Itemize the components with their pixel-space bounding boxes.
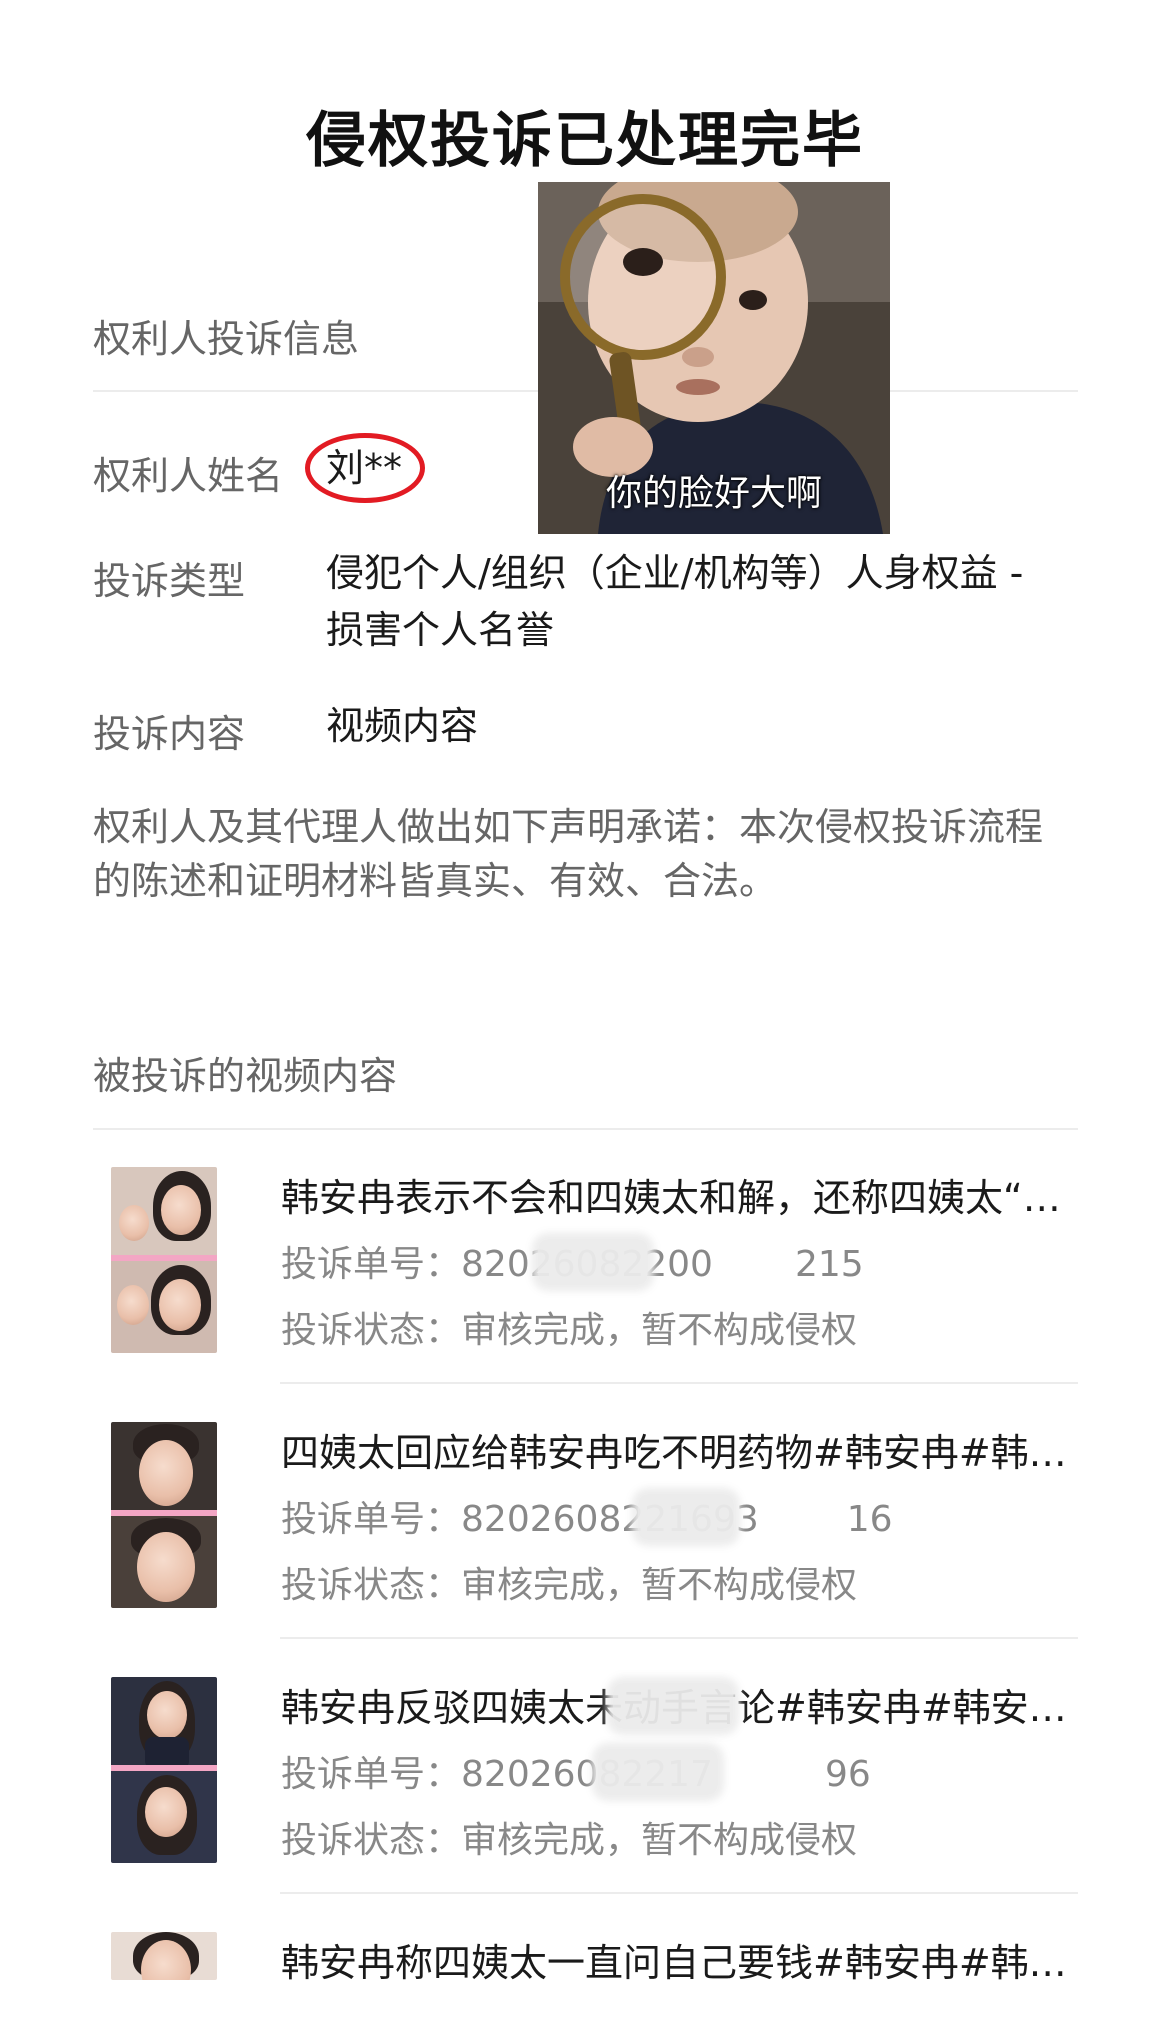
- complaint-type-value-line2: 损害个人名誉: [326, 608, 555, 652]
- meme-image: 你的脸好大啊: [538, 182, 890, 534]
- divider: [280, 1637, 1078, 1639]
- status-row: 投诉状态：审核完成，暂不构成侵权: [281, 1301, 857, 1353]
- video-list-item[interactable]: 韩安冉表示不会和四姨太和解，还称四姨太“… 投诉单号：8202608220021…: [93, 1167, 1078, 1387]
- page-title: 侵权投诉已处理完毕: [306, 106, 864, 176]
- name-label: 权利人姓名: [93, 454, 284, 498]
- status-row: 投诉状态：审核完成，暂不构成侵权: [281, 1811, 857, 1863]
- order-number-row: 投诉单号：8202608221693 16: [281, 1490, 893, 1542]
- video-title[interactable]: 韩安冉称四姨太一直问自己要钱#韩安冉#韩…: [281, 1932, 1078, 1987]
- divider: [280, 1382, 1078, 1384]
- order-number-row: 投诉单号：82026082217 96: [281, 1745, 871, 1797]
- status-value: 审核完成，暂不构成侵权: [461, 1310, 858, 1351]
- video-title[interactable]: 韩安冉表示不会和四姨太和解，还称四姨太“…: [281, 1167, 1081, 1222]
- declaration-statement: 权利人及其代理人做出如下声明承诺：本次侵权投诉流程 的陈述和证明材料皆真实、有效…: [93, 800, 1083, 908]
- video-list-item[interactable]: 四姨太回应给韩安冉吃不明药物#韩安冉#韩… 投诉单号：8202608221693…: [93, 1422, 1078, 1642]
- status-label: 投诉状态：: [281, 1565, 462, 1606]
- status-value: 审核完成，暂不构成侵权: [461, 1565, 858, 1606]
- red-circle-annotation: [305, 433, 425, 503]
- video-list-item[interactable]: 韩安冉反驳四姨太未动手言论#韩安冉#韩安… 投诉单号：8202608221796…: [93, 1677, 1078, 1897]
- status-label: 投诉状态：: [281, 1820, 462, 1861]
- complained-videos-heading: 被投诉的视频内容: [93, 1054, 398, 1098]
- redaction-blur: [613, 1683, 733, 1729]
- video-thumbnail[interactable]: [111, 1422, 217, 1608]
- complaint-type-value-line1: 侵犯个人/组织（企业/机构等）人身权益 -: [326, 551, 1024, 595]
- order-number-suffix: 16: [846, 1499, 893, 1540]
- order-number-label: 投诉单号：: [281, 1244, 462, 1285]
- complaint-content-value: 视频内容: [326, 704, 479, 748]
- redaction-blur: [638, 1494, 734, 1540]
- order-number-suffix: 215: [794, 1244, 864, 1285]
- redaction-blur: [598, 1749, 718, 1795]
- declaration-line1: 权利人及其代理人做出如下声明承诺：本次侵权投诉流程: [93, 805, 1044, 849]
- complainant-info-heading: 权利人投诉信息: [93, 317, 360, 361]
- video-list-item[interactable]: 韩安冉称四姨太一直问自己要钱#韩安冉#韩…: [93, 1932, 1078, 2029]
- divider: [93, 1128, 1078, 1130]
- complaint-content-label: 投诉内容: [93, 712, 246, 756]
- order-number-label: 投诉单号：: [281, 1499, 462, 1540]
- declaration-line2: 的陈述和证明材料皆真实、有效、合法。: [93, 859, 778, 903]
- video-thumbnail[interactable]: [111, 1932, 217, 1980]
- complaint-type-label: 投诉类型: [93, 559, 246, 603]
- meme-caption: 你的脸好大啊: [605, 473, 822, 514]
- status-label: 投诉状态：: [281, 1310, 462, 1351]
- status-row: 投诉状态：审核完成，暂不构成侵权: [281, 1556, 857, 1608]
- video-thumbnail[interactable]: [111, 1677, 217, 1863]
- order-number-label: 投诉单号：: [281, 1754, 462, 1795]
- redaction-blur: [538, 1239, 648, 1285]
- video-thumbnail[interactable]: [111, 1167, 217, 1353]
- video-title[interactable]: 四姨太回应给韩安冉吃不明药物#韩安冉#韩…: [281, 1422, 1081, 1477]
- status-value: 审核完成，暂不构成侵权: [461, 1820, 858, 1861]
- order-number-suffix: 96: [824, 1754, 871, 1795]
- divider: [280, 1892, 1078, 1894]
